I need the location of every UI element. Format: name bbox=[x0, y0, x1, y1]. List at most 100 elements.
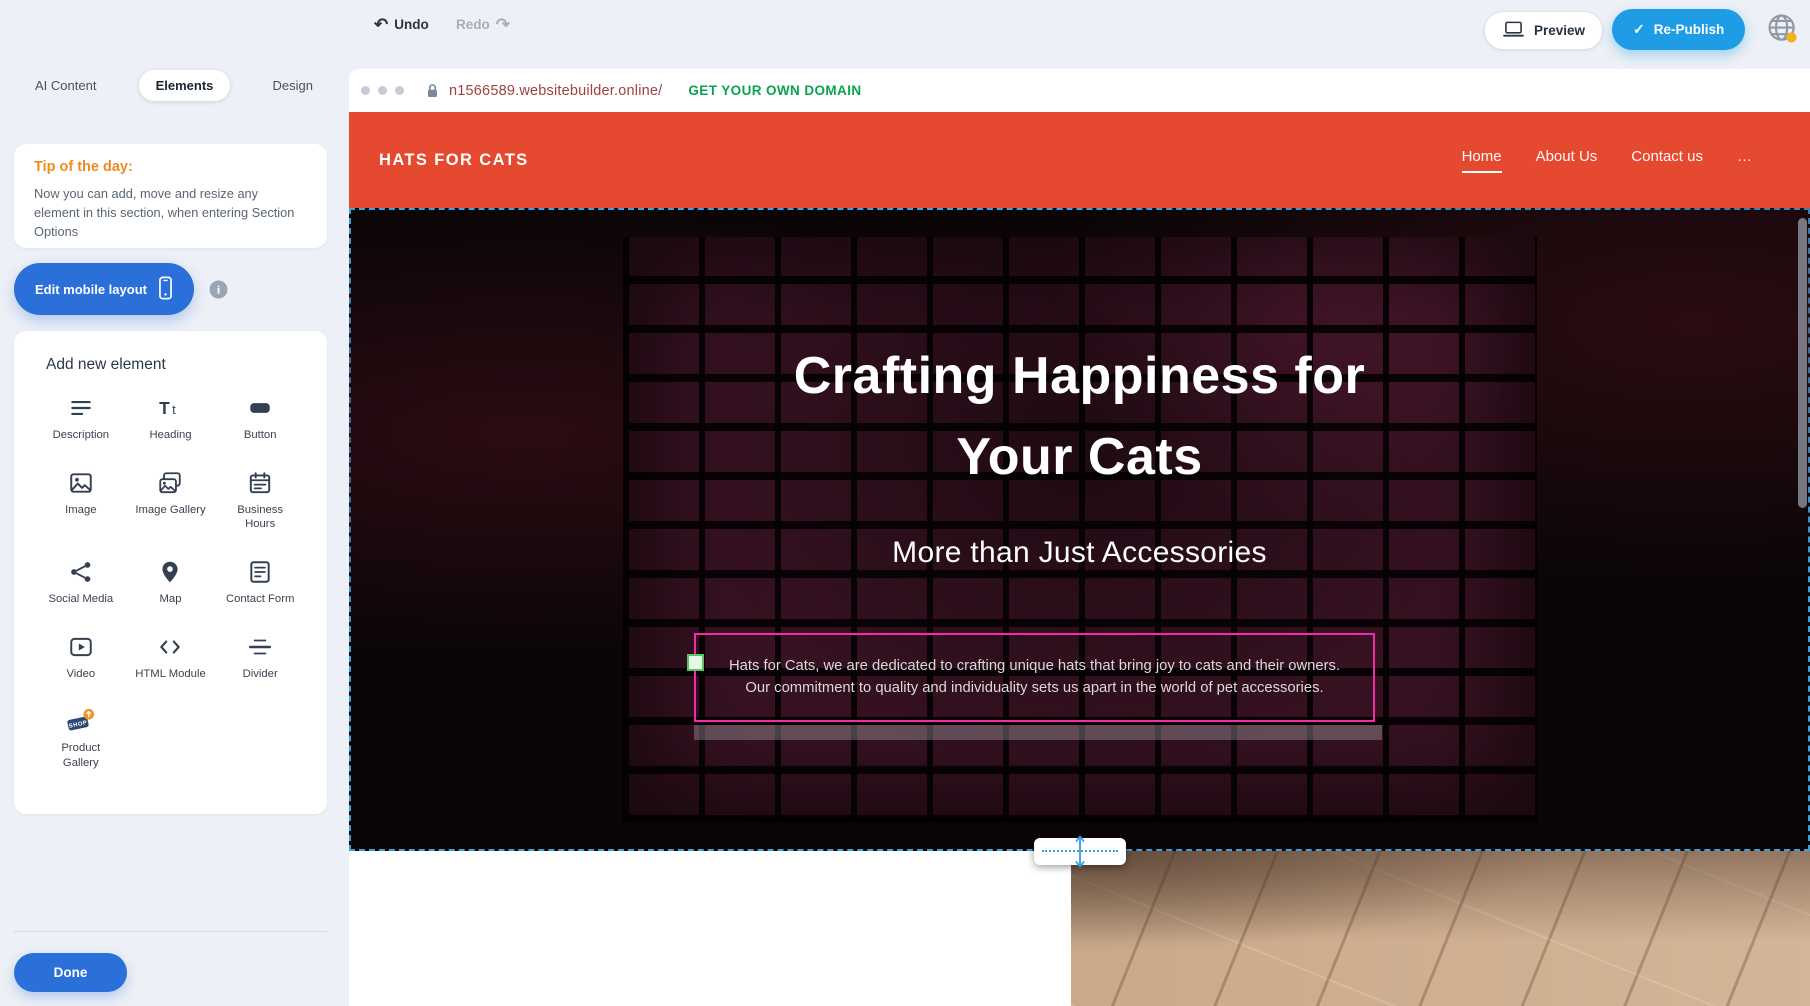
hero-section[interactable]: Crafting Happiness for Your Cats More th… bbox=[349, 208, 1810, 851]
add-element-title: Add new element bbox=[46, 356, 305, 374]
redo-button[interactable]: Redo ↷ bbox=[456, 16, 510, 33]
element-label: Divider bbox=[243, 667, 278, 682]
redo-label: Redo bbox=[456, 17, 490, 32]
element-label: Business Hours bbox=[223, 503, 297, 532]
paving-photo bbox=[1071, 851, 1810, 1006]
selected-text-element[interactable]: Hats for Cats, we are dedicated to craft… bbox=[694, 633, 1375, 722]
element-business-hours[interactable]: Business Hours bbox=[215, 469, 305, 532]
done-label: Done bbox=[54, 965, 88, 980]
site-logo[interactable]: HATS FOR CATS bbox=[379, 151, 529, 170]
tab-elements[interactable]: Elements bbox=[139, 70, 231, 101]
element-label: Button bbox=[244, 428, 277, 443]
browser-bar: n1566589.websitebuilder.online/ GET YOUR… bbox=[349, 69, 1810, 112]
hero-heading-line2: Your Cats bbox=[349, 417, 1810, 498]
done-button[interactable]: Done bbox=[14, 953, 127, 992]
language-globe-icon[interactable] bbox=[1766, 12, 1800, 46]
resize-arrows-icon bbox=[1073, 833, 1087, 870]
preview-label: Preview bbox=[1534, 23, 1585, 38]
tip-of-the-day-card: Tip of the day: Now you can add, move an… bbox=[14, 144, 327, 248]
hero-paragraph-line1: Hats for Cats, we are dedicated to craft… bbox=[729, 656, 1340, 678]
element-image-gallery[interactable]: Image Gallery bbox=[126, 469, 216, 532]
element-html-module[interactable]: HTML Module bbox=[126, 633, 216, 682]
element-label: Heading bbox=[149, 428, 191, 443]
lock-icon bbox=[426, 83, 439, 99]
element-map[interactable]: Map bbox=[126, 558, 216, 607]
check-icon: ✓ bbox=[1633, 21, 1645, 38]
tip-title: Tip of the day: bbox=[34, 159, 307, 175]
element-label: Video bbox=[66, 667, 95, 682]
element-divider[interactable]: Divider bbox=[215, 633, 305, 682]
undo-label: Undo bbox=[394, 17, 429, 32]
element-label: Description bbox=[53, 428, 110, 443]
element-label: Image Gallery bbox=[135, 503, 205, 518]
editor-canvas: n1566589.websitebuilder.online/ GET YOUR… bbox=[349, 58, 1810, 1006]
panel-tabs: AI Content Elements Design bbox=[18, 70, 330, 101]
element-image[interactable]: Image bbox=[36, 469, 126, 532]
edit-mobile-layout-label: Edit mobile layout bbox=[35, 282, 147, 297]
element-contact-form[interactable]: Contact Form bbox=[215, 558, 305, 607]
next-section[interactable] bbox=[349, 851, 1810, 1006]
hero-paragraph-line2: Our commitment to quality and individual… bbox=[729, 678, 1340, 700]
element-product-gallery[interactable]: SHOP Product Gallery bbox=[36, 707, 126, 770]
site-header: HATS FOR CATS Home About Us Contact us … bbox=[349, 112, 1810, 208]
business-hours-icon bbox=[247, 469, 273, 497]
tab-ai-content[interactable]: AI Content bbox=[18, 70, 113, 101]
element-grid: Description Tt Heading Button Image Image Gal… bbox=[36, 394, 305, 771]
tab-design[interactable]: Design bbox=[256, 70, 330, 101]
nav-item-home[interactable]: Home bbox=[1462, 148, 1502, 173]
site-preview: HATS FOR CATS Home About Us Contact us … Cr… bbox=[349, 112, 1810, 1006]
element-label: Contact Form bbox=[226, 592, 294, 607]
add-element-panel: Add new element Description Tt Heading Butt… bbox=[14, 331, 327, 814]
heading-icon: Tt bbox=[157, 394, 183, 422]
map-icon bbox=[157, 558, 183, 586]
image-icon bbox=[68, 469, 94, 497]
undo-icon: ↶ bbox=[374, 16, 388, 33]
edit-mobile-layout-button[interactable]: Edit mobile layout bbox=[14, 263, 194, 315]
nav-item-contact-us[interactable]: Contact us bbox=[1631, 148, 1703, 173]
video-icon bbox=[68, 633, 94, 661]
app-root: Section options ↶ Undo Redo ↷ Preview ✓ … bbox=[0, 0, 1810, 1006]
nav-item-more[interactable]: … bbox=[1737, 148, 1752, 173]
sidebar: AI Content Elements Design Tip of the day:… bbox=[0, 0, 349, 1006]
html-module-icon bbox=[157, 633, 183, 661]
element-label: Social Media bbox=[48, 592, 113, 607]
element-description[interactable]: Description bbox=[36, 394, 126, 443]
canvas-scrollbar[interactable] bbox=[1798, 218, 1807, 508]
product-gallery-icon: SHOP bbox=[65, 707, 96, 735]
element-social-media[interactable]: Social Media bbox=[36, 558, 126, 607]
laptop-icon bbox=[1502, 20, 1525, 42]
nav-item-about-us[interactable]: About Us bbox=[1536, 148, 1598, 173]
element-label: HTML Module bbox=[135, 667, 206, 682]
element-label: Map bbox=[160, 592, 182, 607]
info-icon[interactable]: i bbox=[209, 280, 228, 299]
element-video[interactable]: Video bbox=[36, 633, 126, 682]
redo-icon: ↷ bbox=[496, 16, 510, 33]
republish-button[interactable]: ✓ Re-Publish bbox=[1612, 9, 1745, 50]
section-resize-handle[interactable] bbox=[1034, 838, 1126, 865]
preview-button[interactable]: Preview bbox=[1484, 11, 1603, 50]
button-icon bbox=[247, 394, 273, 422]
social-media-icon bbox=[68, 558, 94, 586]
element-button[interactable]: Button bbox=[215, 394, 305, 443]
element-drag-handle[interactable] bbox=[687, 654, 704, 671]
phone-icon bbox=[158, 276, 173, 303]
undo-button[interactable]: ↶ Undo bbox=[374, 16, 429, 33]
republish-label: Re-Publish bbox=[1654, 22, 1725, 37]
site-url[interactable]: n1566589.websitebuilder.online/ bbox=[449, 83, 662, 99]
get-domain-link[interactable]: GET YOUR OWN DOMAIN bbox=[688, 83, 861, 98]
contact-form-icon bbox=[247, 558, 273, 586]
site-nav: Home About Us Contact us … bbox=[1462, 148, 1752, 173]
hero-heading[interactable]: Crafting Happiness for Your Cats bbox=[349, 336, 1810, 498]
tip-body: Now you can add, move and resize any ele… bbox=[34, 184, 296, 242]
element-label: Product Gallery bbox=[44, 741, 118, 770]
description-icon bbox=[68, 394, 94, 422]
element-spacing-indicator bbox=[694, 725, 1382, 740]
svg-text:t: t bbox=[173, 402, 177, 417]
browser-dots-icon bbox=[361, 86, 404, 95]
divider-icon bbox=[247, 633, 273, 661]
hero-subheading[interactable]: More than Just Accessories bbox=[349, 536, 1810, 570]
element-heading[interactable]: Tt Heading bbox=[126, 394, 216, 443]
image-gallery-icon bbox=[157, 469, 183, 497]
sidebar-divider bbox=[14, 931, 327, 932]
element-label: Image bbox=[65, 503, 96, 518]
